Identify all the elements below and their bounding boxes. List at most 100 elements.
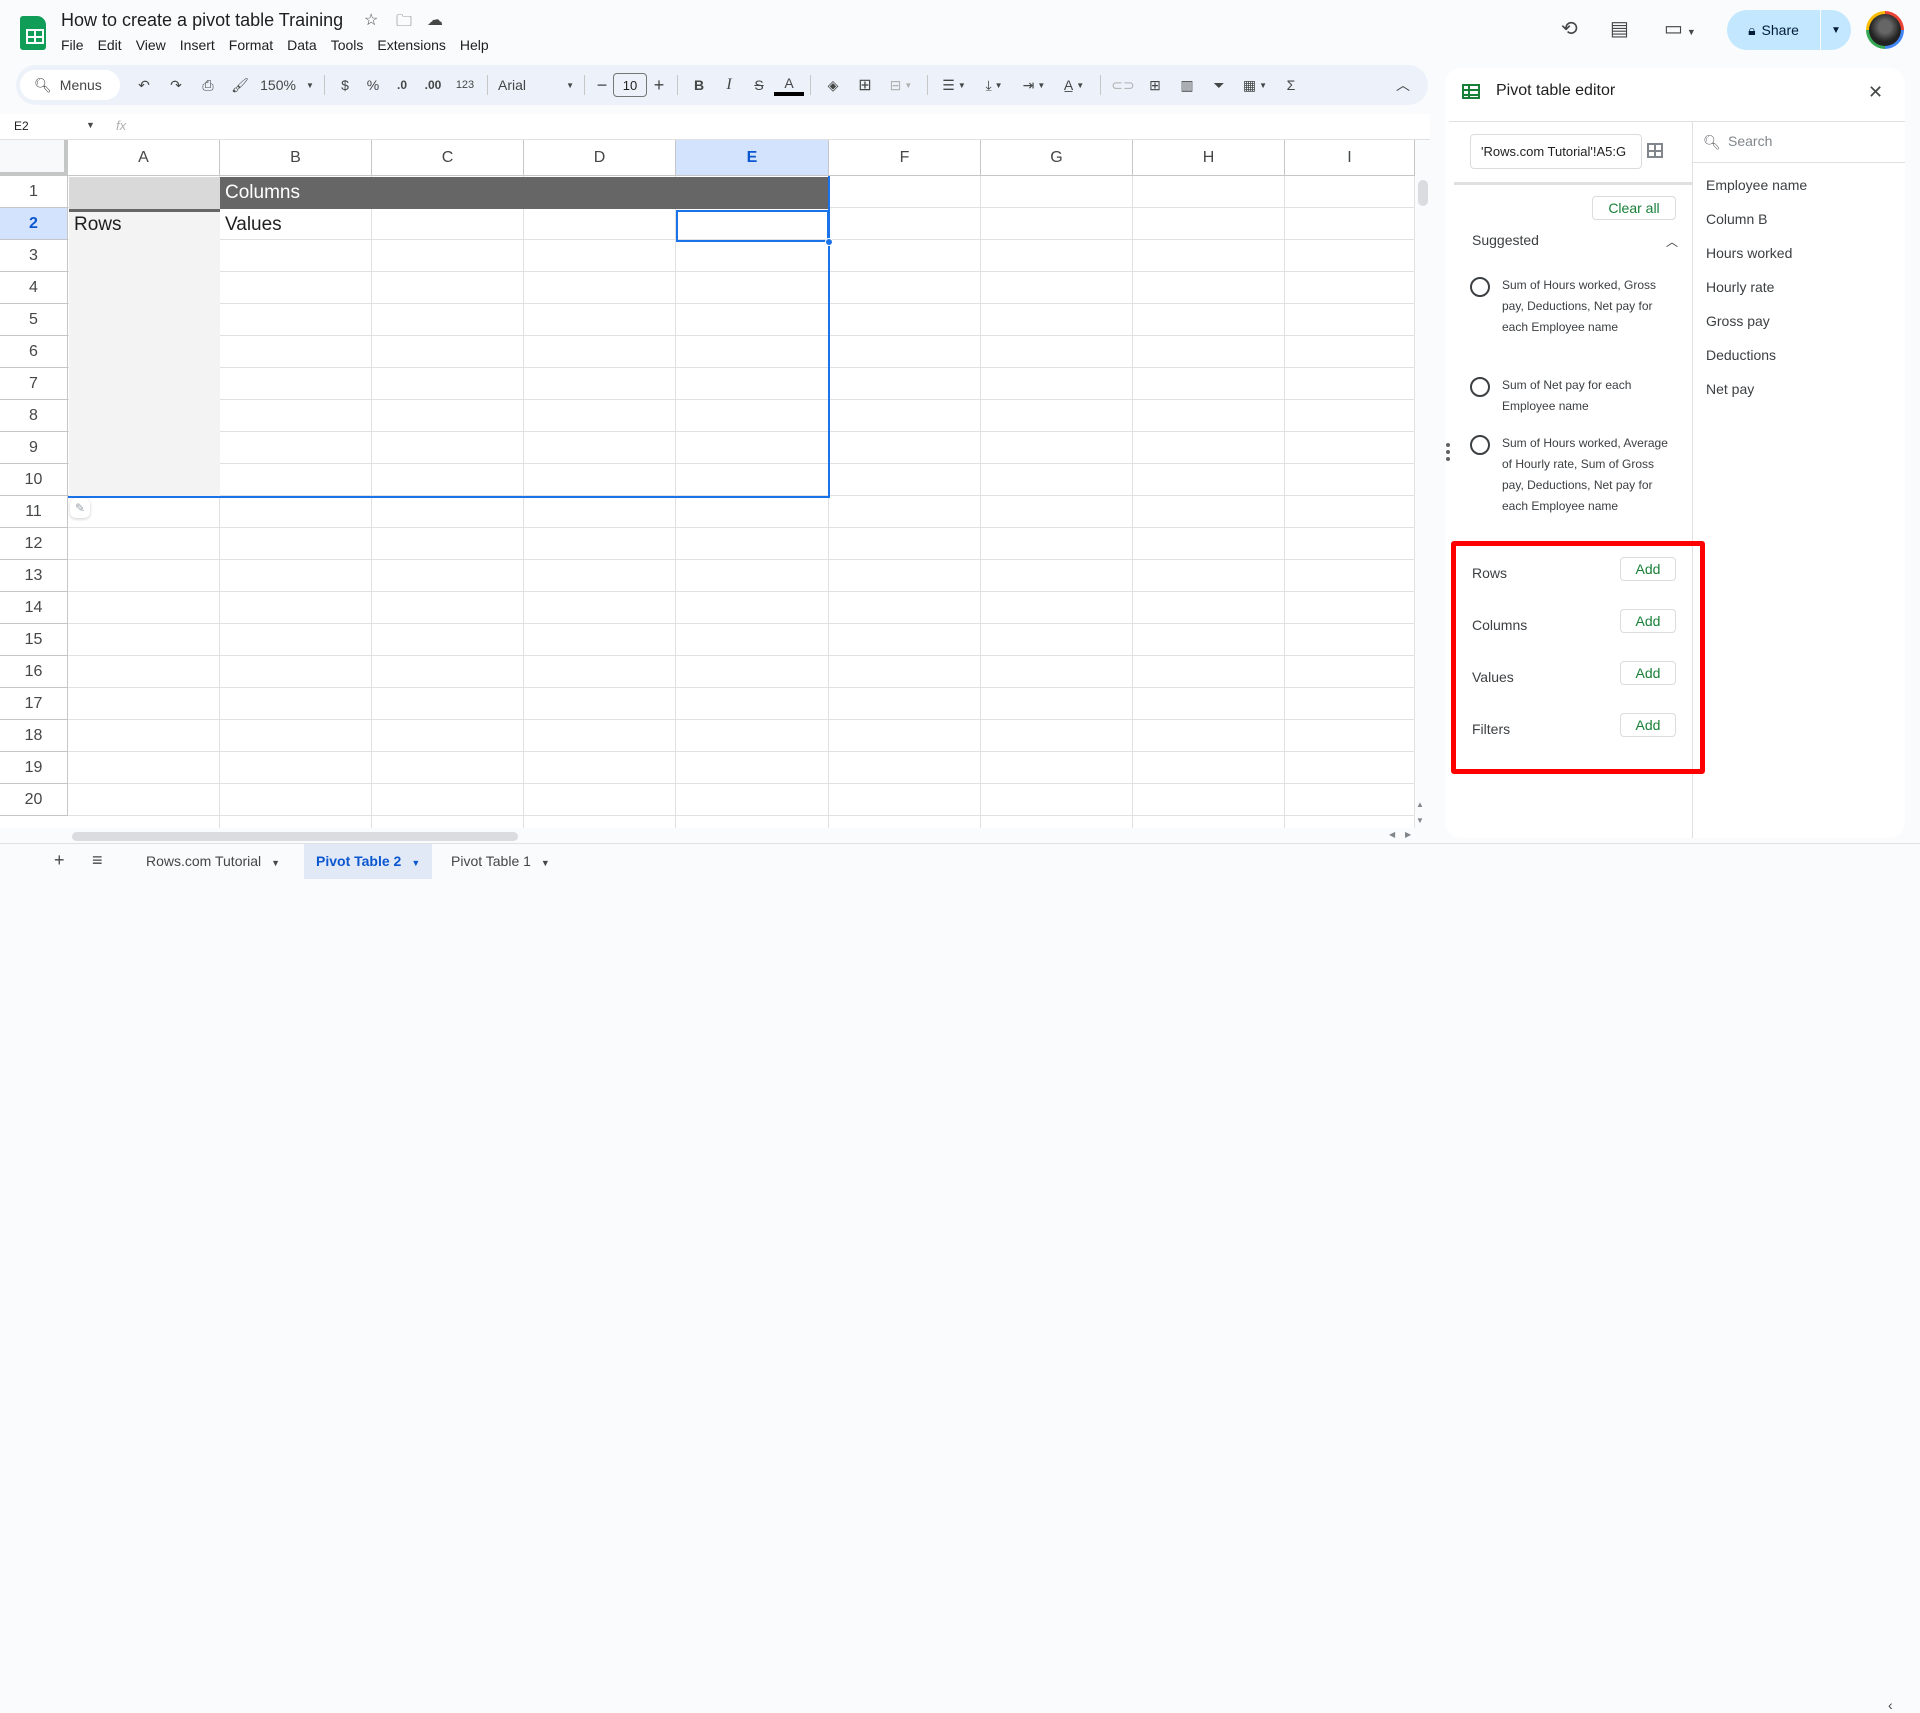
menu-view[interactable]: View [136, 37, 174, 53]
suggestion-item[interactable]: Sum of Net pay for each Employee name [1470, 375, 1670, 419]
spreadsheet-grid[interactable]: ABCDEFGHI 1 2 3 4 5 6 7 8 9 10 11 12 13 14 15 16 17 18 19 2… [0, 140, 1415, 828]
currency-format-button[interactable]: $ [331, 71, 359, 99]
panel-resize-handle-icon[interactable] [1446, 443, 1450, 464]
column-header-f[interactable]: F [829, 140, 981, 176]
version-history-icon[interactable]: ⟲ [1561, 16, 1578, 41]
all-sheets-menu-icon[interactable]: ≡ [92, 850, 103, 871]
column-header-g[interactable]: G [981, 140, 1133, 176]
insert-comment-icon[interactable]: ⊞ [1139, 71, 1171, 99]
row-header-13[interactable]: 13 [0, 560, 68, 592]
fill-handle[interactable] [825, 238, 833, 246]
horizontal-align-icon[interactable]: ☰ ▼ [934, 71, 974, 99]
strikethrough-icon[interactable]: S [744, 71, 774, 99]
percent-format-button[interactable]: % [359, 71, 387, 99]
document-title[interactable]: How to create a pivot table Training [61, 10, 343, 31]
search-menus-button[interactable]: 🔍︎ Menus [20, 70, 120, 100]
avatar[interactable] [1866, 11, 1904, 49]
row-header-6[interactable]: 6 [0, 336, 68, 368]
cloud-saved-icon[interactable]: ☁ [427, 10, 443, 30]
chevron-down-icon[interactable]: ▼ [541, 858, 550, 868]
column-header-e[interactable]: E [676, 140, 829, 176]
sheet-tab-rows-tutorial[interactable]: Rows.com Tutorial ▼ [134, 844, 292, 879]
radio-button[interactable] [1470, 435, 1490, 455]
redo-icon[interactable]: ↷ [160, 71, 192, 99]
meet-camera-icon[interactable]: ▭ ▼ [1664, 16, 1696, 41]
horizontal-scrollbar[interactable] [72, 832, 518, 841]
row-header-18[interactable]: 18 [0, 720, 68, 752]
field-search-input[interactable] [1728, 131, 1888, 151]
formula-input[interactable] [140, 119, 1420, 135]
column-header-c[interactable]: C [372, 140, 524, 176]
clear-all-button[interactable]: Clear all [1592, 196, 1676, 220]
name-box[interactable]: E2 [14, 119, 29, 133]
row-header-2[interactable]: 2 [0, 208, 68, 240]
text-color-icon[interactable]: A [774, 74, 804, 96]
text-wrapping-icon[interactable]: ⇥ ▼ [1014, 71, 1054, 99]
row-header-11[interactable]: 11 [0, 496, 68, 528]
menu-tools[interactable]: Tools [331, 37, 372, 53]
sheet-tab-pivot-table-2[interactable]: Pivot Table 2 ▼ [304, 844, 433, 879]
merge-cells-icon[interactable]: ⊟ ▼ [881, 71, 921, 99]
row-header-3[interactable]: 3 [0, 240, 68, 272]
row-header-20[interactable]: 20 [0, 784, 68, 816]
row-header-5[interactable]: 5 [0, 304, 68, 336]
edit-pivot-pencil-icon[interactable]: ✎ [70, 498, 90, 518]
field-item[interactable]: Hours worked [1706, 245, 1792, 261]
share-button[interactable]: 🔒︎ Share [1727, 10, 1821, 50]
italic-icon[interactable]: I [714, 71, 744, 99]
row-header-10[interactable]: 10 [0, 464, 68, 496]
chevron-up-icon[interactable]: ︿ [1666, 233, 1678, 250]
scroll-right-icon[interactable]: ▶ [1405, 830, 1411, 839]
close-icon[interactable]: ✕ [1868, 82, 1883, 103]
row-header-9[interactable]: 9 [0, 432, 68, 464]
scroll-left-icon[interactable]: ◀ [1389, 830, 1395, 839]
borders-icon[interactable]: ⊞ [849, 71, 881, 99]
menu-file[interactable]: File [61, 37, 92, 53]
chevron-down-icon[interactable]: ▼ [271, 858, 280, 868]
scroll-up-icon[interactable]: ▲ [1416, 800, 1424, 809]
insert-link-icon[interactable]: ⊂⊃ [1107, 71, 1139, 99]
suggestion-item[interactable]: Sum of Hours worked, Gross pay, Deductio… [1470, 275, 1670, 361]
print-icon[interactable]: ⎙ [192, 71, 224, 99]
row-header-1[interactable]: 1 [0, 176, 68, 208]
data-range-input[interactable]: 'Rows.com Tutorial'!A5:G [1470, 134, 1642, 169]
filter-views-icon[interactable]: ▦ ▼ [1235, 71, 1275, 99]
row-header-12[interactable]: 12 [0, 528, 68, 560]
row-header-15[interactable]: 15 [0, 624, 68, 656]
field-item[interactable]: Deductions [1706, 347, 1776, 363]
undo-icon[interactable]: ↶ [128, 71, 160, 99]
zoom-select[interactable]: 150% ▼ [256, 71, 318, 99]
row-header-8[interactable]: 8 [0, 400, 68, 432]
field-item[interactable]: Employee name [1706, 177, 1807, 193]
field-item[interactable]: Net pay [1706, 381, 1754, 397]
selected-cell-e2[interactable] [676, 210, 829, 242]
font-select[interactable]: Arial ▼ [494, 71, 578, 99]
select-all-corner[interactable] [0, 140, 68, 176]
functions-icon[interactable]: Σ [1275, 71, 1307, 99]
decrease-font-size-icon[interactable]: − [591, 71, 613, 99]
field-item[interactable]: Column B [1706, 211, 1767, 227]
select-data-range-icon[interactable] [1647, 143, 1663, 158]
menu-insert[interactable]: Insert [180, 37, 223, 53]
vertical-align-icon[interactable]: ⤓ ▼ [974, 71, 1014, 99]
increase-font-size-icon[interactable]: + [647, 71, 671, 99]
column-header-d[interactable]: D [524, 140, 676, 176]
collapse-side-panel-icon[interactable]: ‹ [1888, 1697, 1893, 1713]
row-header-17[interactable]: 17 [0, 688, 68, 720]
menu-help[interactable]: Help [460, 37, 497, 53]
scroll-down-icon[interactable]: ▼ [1416, 816, 1424, 825]
sheets-logo-icon[interactable] [20, 16, 46, 50]
menu-data[interactable]: Data [287, 37, 325, 53]
menu-extensions[interactable]: Extensions [377, 37, 453, 53]
hide-menus-chevron-up-icon[interactable]: ︿ [1388, 71, 1418, 99]
row-header-19[interactable]: 19 [0, 752, 68, 784]
increase-decimal-button[interactable]: .00 [417, 71, 449, 99]
star-icon[interactable]: ☆ [364, 10, 378, 30]
row-header-7[interactable]: 7 [0, 368, 68, 400]
field-item[interactable]: Hourly rate [1706, 279, 1774, 295]
move-folder-icon[interactable]: 🗀 [396, 10, 412, 37]
insert-chart-icon[interactable]: ▥ [1171, 71, 1203, 99]
comments-icon[interactable]: ▤ [1610, 16, 1629, 41]
decrease-decimal-button[interactable]: .0 [387, 71, 417, 99]
menu-format[interactable]: Format [229, 37, 281, 53]
